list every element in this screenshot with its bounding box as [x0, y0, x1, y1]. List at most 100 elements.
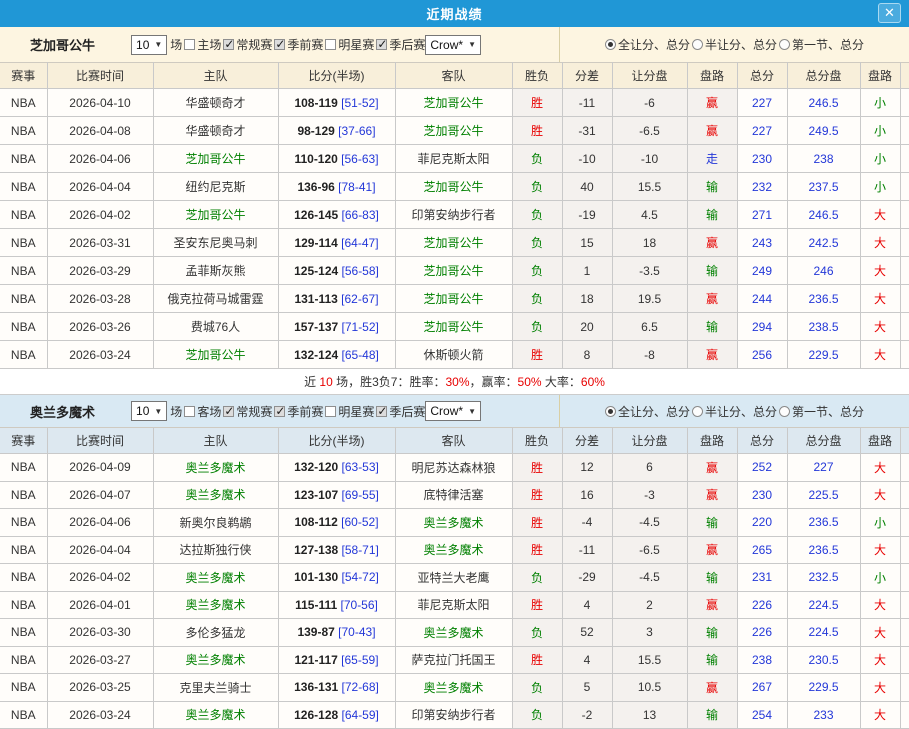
filter-checkbox[interactable]: 季后赛 — [374, 403, 425, 420]
total-points-cell: 249 — [737, 257, 787, 285]
summary-text: ，赢率： — [470, 373, 518, 390]
fulltime-score: 136-96 — [297, 180, 334, 194]
result-cell: 负 — [512, 229, 562, 257]
halftime-score: [54-72] — [338, 570, 379, 584]
filler-cell — [900, 173, 909, 201]
odds-type-radio[interactable]: 第一节、总分 — [779, 36, 864, 53]
league-cell: NBA — [0, 145, 47, 173]
handicap-cell: 15.5 — [612, 173, 687, 201]
total-points-cell: 254 — [737, 701, 787, 729]
filter-checkbox[interactable]: 客场 — [182, 403, 221, 420]
filter-controls: 芝加哥公牛 10▼ 场 主场常规赛季前赛明星赛季后赛 Crow*▼ — [0, 27, 560, 62]
column-header: 比分(半场) — [278, 63, 395, 89]
handicap-result-cell: 输 — [687, 201, 737, 229]
result-cell: 胜 — [512, 341, 562, 369]
league-cell: NBA — [0, 117, 47, 145]
over-under-cell: 小 — [860, 117, 900, 145]
game-row: NBA2026-03-25克里夫兰骑士136-131 [72-68]奥兰多魔术负… — [0, 674, 909, 702]
game-row: NBA2026-03-29孟菲斯灰熊125-124 [56-58]芝加哥公牛负1… — [0, 257, 909, 285]
handicap-cell: -3.5 — [612, 257, 687, 285]
filter-checkbox[interactable]: 季前赛 — [272, 36, 323, 53]
date-cell: 2026-04-02 — [47, 201, 153, 229]
filter-checkbox[interactable]: 季前赛 — [272, 403, 323, 420]
league-cell: NBA — [0, 564, 47, 592]
home-team-cell: 克里夫兰骑士 — [153, 674, 278, 702]
over-under-cell: 大 — [860, 619, 900, 647]
game-row: NBA2026-03-24奥兰多魔术126-128 [64-59]印第安纳步行者… — [0, 701, 909, 729]
fulltime-score: 136-131 — [294, 680, 338, 694]
odds-type-radio[interactable]: 半让分、总分 — [692, 36, 777, 53]
column-header: 主队 — [153, 428, 278, 454]
handicap-cell: 13 — [612, 701, 687, 729]
bookmaker-select[interactable]: Crow*▼ — [425, 401, 481, 421]
bookmaker-select[interactable]: Crow*▼ — [425, 35, 481, 55]
over-under-cell: 大 — [860, 701, 900, 729]
games-count-select[interactable]: 10▼ — [131, 401, 167, 421]
filler-cell — [900, 285, 909, 313]
radio-label: 半让分、总分 — [705, 403, 777, 420]
filter-checkbox[interactable]: 主场 — [182, 36, 221, 53]
column-header: 比分(半场) — [278, 428, 395, 454]
odds-type-radio[interactable]: 全让分、总分 — [605, 403, 690, 420]
home-team-cell: 奥兰多魔术 — [153, 454, 278, 482]
away-team-cell: 萨克拉门托国王 — [395, 646, 512, 674]
score-cell: 108-119 [51-52] — [278, 89, 395, 117]
margin-cell: 18 — [562, 285, 612, 313]
result-cell: 胜 — [512, 591, 562, 619]
odds-type-radio[interactable]: 全让分、总分 — [605, 36, 690, 53]
results-table: 赛事比赛时间主队比分(半场)客队胜负分差让分盘盘路总分总分盘盘路 NBA2026… — [0, 427, 909, 729]
result-cell: 胜 — [512, 454, 562, 482]
filter-checkbox[interactable]: 常规赛 — [221, 403, 272, 420]
column-header: 分差 — [562, 63, 612, 89]
total-line-cell: 224.5 — [787, 619, 860, 647]
checkbox-unchecked-icon — [325, 39, 336, 50]
close-button[interactable]: ✕ — [878, 3, 901, 23]
game-row: NBA2026-04-02奥兰多魔术101-130 [54-72]亚特兰大老鹰负… — [0, 564, 909, 592]
filter-checkbox[interactable]: 常规赛 — [221, 36, 272, 53]
filler-cell — [900, 564, 909, 592]
odds-type-radio-group: 全让分、总分半让分、总分第一节、总分 — [560, 27, 909, 62]
filter-checkbox[interactable]: 明星赛 — [323, 403, 374, 420]
titlebar: 近期战绩 ✕ — [0, 0, 909, 27]
checkbox-unchecked-icon — [184, 39, 195, 50]
home-team-cell: 华盛顿奇才 — [153, 117, 278, 145]
halftime-score: [71-52] — [338, 320, 379, 334]
game-row: NBA2026-04-07奥兰多魔术123-107 [69-55]底特律活塞胜1… — [0, 481, 909, 509]
date-cell: 2026-03-25 — [47, 674, 153, 702]
total-points-cell: 238 — [737, 646, 787, 674]
over-under-cell: 大 — [860, 646, 900, 674]
column-header: 让分盘 — [612, 428, 687, 454]
handicap-cell: 6.5 — [612, 313, 687, 341]
filter-bar: 芝加哥公牛 10▼ 场 主场常规赛季前赛明星赛季后赛 Crow*▼ 全让分、总分… — [0, 27, 909, 62]
summary-text: 60% — [581, 375, 605, 389]
total-line-cell: 246 — [787, 257, 860, 285]
handicap-cell: -6.5 — [612, 117, 687, 145]
handicap-result-cell: 输 — [687, 619, 737, 647]
game-row: NBA2026-04-06芝加哥公牛110-120 [56-63]菲尼克斯太阳负… — [0, 145, 909, 173]
home-team-cell: 孟菲斯灰熊 — [153, 257, 278, 285]
away-team-cell: 印第安纳步行者 — [395, 201, 512, 229]
margin-cell: -4 — [562, 509, 612, 537]
halftime-score: [70-56] — [337, 598, 378, 612]
halftime-score: [66-83] — [338, 208, 379, 222]
handicap-cell: 6 — [612, 454, 687, 482]
filter-checkbox[interactable]: 明星赛 — [323, 36, 374, 53]
home-team-cell: 华盛顿奇才 — [153, 89, 278, 117]
game-row: NBA2026-03-24芝加哥公牛132-124 [65-48]休斯顿火箭胜8… — [0, 341, 909, 369]
over-under-cell: 大 — [860, 257, 900, 285]
odds-type-radio[interactable]: 第一节、总分 — [779, 403, 864, 420]
column-header: 客队 — [395, 428, 512, 454]
home-team-cell: 奥兰多魔术 — [153, 564, 278, 592]
odds-type-radio[interactable]: 半让分、总分 — [692, 403, 777, 420]
checkbox-label: 季前赛 — [287, 36, 323, 53]
games-count-select[interactable]: 10▼ — [131, 35, 167, 55]
filter-checkbox[interactable]: 季后赛 — [374, 36, 425, 53]
away-team-cell: 亚特兰大老鹰 — [395, 564, 512, 592]
result-cell: 胜 — [512, 89, 562, 117]
fulltime-score: 131-113 — [294, 292, 337, 306]
handicap-cell: -4.5 — [612, 509, 687, 537]
filler-cell — [900, 145, 909, 173]
radio-icon — [692, 406, 703, 417]
filler-cell — [900, 201, 909, 229]
column-header: 比赛时间 — [47, 63, 153, 89]
